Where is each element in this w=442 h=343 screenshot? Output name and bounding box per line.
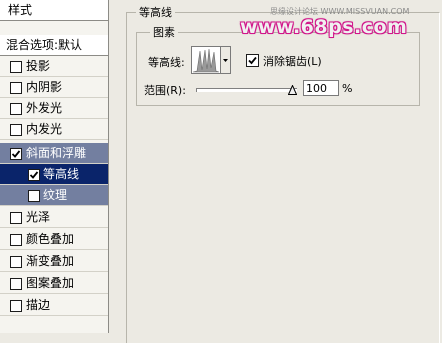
- style-item-inner-shadow[interactable]: 内阴影: [0, 77, 108, 98]
- style-item-inner-glow[interactable]: 内发光: [0, 119, 108, 140]
- style-item-pattern-overlay[interactable]: 图案叠加: [0, 273, 108, 294]
- range-input[interactable]: [303, 80, 339, 96]
- style-item-drop-shadow[interactable]: 投影: [0, 56, 108, 77]
- style-item-texture[interactable]: 纹理: [0, 185, 108, 206]
- watermark-forum: 思缘设计论坛 WWW.MISSVUAN.COM: [270, 7, 410, 16]
- contour-settings-panel: 等高线 图素 等高线: 消除锯齿(L) 范围(R): %: [122, 0, 442, 343]
- color-overlay-checkbox[interactable]: [10, 234, 22, 246]
- range-slider-track[interactable]: [196, 88, 297, 92]
- style-item-satin[interactable]: 光泽: [0, 207, 108, 228]
- styles-header[interactable]: 样式: [0, 0, 108, 21]
- range-unit: %: [342, 82, 353, 95]
- inner-glow-checkbox[interactable]: [10, 124, 22, 136]
- antialias-label: 消除锯齿(L): [263, 55, 322, 68]
- style-item-label: 颜色叠加: [26, 232, 75, 246]
- check-icon: [248, 56, 257, 65]
- contour-checkbox[interactable]: [28, 169, 40, 181]
- contour-group-title: 等高线: [136, 4, 175, 20]
- contour-preview[interactable]: [191, 46, 221, 74]
- style-item-label: 描边: [26, 298, 51, 312]
- range-label: 范围(R):: [144, 84, 186, 97]
- outer-glow-checkbox[interactable]: [10, 103, 22, 115]
- inner-shadow-checkbox[interactable]: [10, 82, 22, 94]
- pattern-overlay-checkbox[interactable]: [10, 278, 22, 290]
- satin-checkbox[interactable]: [10, 212, 22, 224]
- style-item-stroke[interactable]: 描边: [0, 295, 108, 316]
- contour-curve-icon: [192, 48, 220, 73]
- style-item-label: 投影: [26, 59, 51, 73]
- range-slider-thumb[interactable]: [288, 85, 297, 95]
- style-item-label: 内阴影: [26, 80, 63, 94]
- bevel-emboss-checkbox[interactable]: [10, 148, 22, 160]
- blending-options-item[interactable]: 混合选项:默认: [0, 35, 108, 56]
- style-item-label: 斜面和浮雕: [26, 146, 87, 160]
- style-item-label: 内发光: [26, 122, 63, 136]
- watermark-site: www.68ps.com: [240, 16, 408, 38]
- contour-dropdown-button[interactable]: [221, 46, 231, 74]
- style-item-label: 图案叠加: [26, 276, 75, 290]
- gradient-overlay-checkbox[interactable]: [10, 256, 22, 268]
- style-item-outer-glow[interactable]: 外发光: [0, 98, 108, 119]
- style-item-label: 外发光: [26, 101, 63, 115]
- elements-group-title: 图素: [150, 24, 178, 40]
- style-item-bevel-emboss[interactable]: 斜面和浮雕: [0, 143, 108, 164]
- style-item-label: 等高线: [43, 167, 80, 181]
- stroke-checkbox[interactable]: [10, 300, 22, 312]
- blending-options-label: 混合选项:默认: [6, 38, 83, 52]
- contour-label: 等高线:: [148, 56, 185, 69]
- style-item-color-overlay[interactable]: 颜色叠加: [0, 229, 108, 250]
- chevron-down-icon: [223, 59, 228, 62]
- style-item-gradient-overlay[interactable]: 渐变叠加: [0, 251, 108, 272]
- styles-header-label: 样式: [8, 3, 33, 17]
- style-item-label: 渐变叠加: [26, 254, 75, 268]
- antialias-checkbox[interactable]: [246, 54, 259, 67]
- style-item-label: 纹理: [43, 188, 68, 202]
- styles-list-panel: 样式 混合选项:默认 投影 内阴影 外发光 内发光 斜面和浮雕 等高线 纹理 光…: [0, 0, 109, 333]
- drop-shadow-checkbox[interactable]: [10, 61, 22, 73]
- style-item-label: 光泽: [26, 210, 51, 224]
- style-item-contour[interactable]: 等高线: [0, 164, 108, 185]
- texture-checkbox[interactable]: [28, 190, 40, 202]
